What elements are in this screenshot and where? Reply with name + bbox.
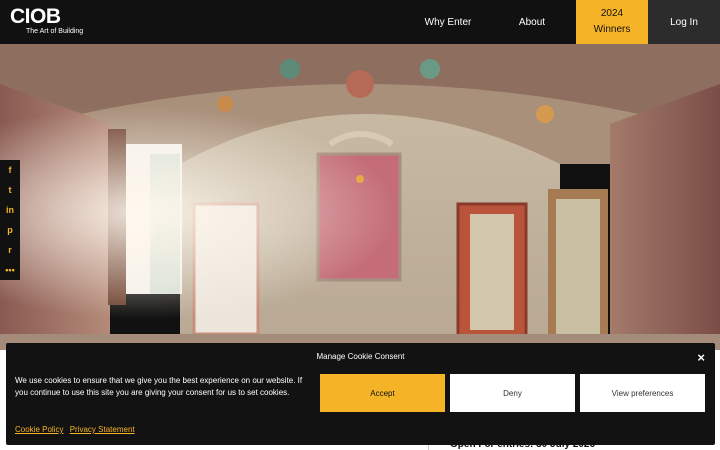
logo-tagline: The Art of Building bbox=[26, 28, 84, 35]
twitter-icon[interactable]: t bbox=[0, 180, 20, 200]
nav-winners-year: 2024 bbox=[600, 8, 624, 19]
close-icon[interactable]: × bbox=[697, 351, 705, 364]
cookie-policy-link[interactable]: Cookie Policy bbox=[15, 425, 63, 434]
deny-cookies-button[interactable]: Deny bbox=[450, 374, 575, 412]
facebook-icon[interactable]: f bbox=[0, 160, 20, 180]
ciob-logo[interactable]: CIOB The Art of Building bbox=[10, 6, 83, 36]
more-share-icon[interactable]: ••• bbox=[0, 260, 20, 280]
pinterest-icon[interactable]: p bbox=[0, 220, 20, 240]
social-share-bar: f t in p r ••• bbox=[0, 160, 20, 280]
nav-login[interactable]: Log In bbox=[648, 0, 720, 44]
main-nav: Why Enter About 2024 Winners Log In bbox=[416, 0, 720, 44]
cookie-banner-title: Manage Cookie Consent bbox=[316, 352, 405, 361]
site-header: CIOB The Art of Building Why Enter About… bbox=[0, 0, 720, 44]
cookie-links: Cookie Policy Privacy Statement bbox=[15, 425, 139, 434]
nav-winners-label: Winners bbox=[593, 24, 631, 35]
accept-cookies-button[interactable]: Accept bbox=[320, 374, 445, 412]
linkedin-icon[interactable]: in bbox=[0, 200, 20, 220]
hero-illustration bbox=[0, 44, 720, 350]
view-preferences-button[interactable]: View preferences bbox=[580, 374, 705, 412]
nav-2024-winners[interactable]: 2024 Winners bbox=[576, 0, 648, 44]
reddit-icon[interactable]: r bbox=[0, 240, 20, 260]
nav-about[interactable]: About bbox=[506, 0, 558, 44]
cookie-consent-banner: Manage Cookie Consent × We use cookies t… bbox=[6, 343, 715, 445]
cookie-message: We use cookies to ensure that we give yo… bbox=[15, 376, 303, 397]
logo-wordmark: CIOB bbox=[10, 5, 61, 28]
nav-why-enter[interactable]: Why Enter bbox=[416, 0, 480, 44]
hero-image-frescoed-room bbox=[0, 44, 720, 350]
privacy-statement-link[interactable]: Privacy Statement bbox=[70, 425, 135, 434]
